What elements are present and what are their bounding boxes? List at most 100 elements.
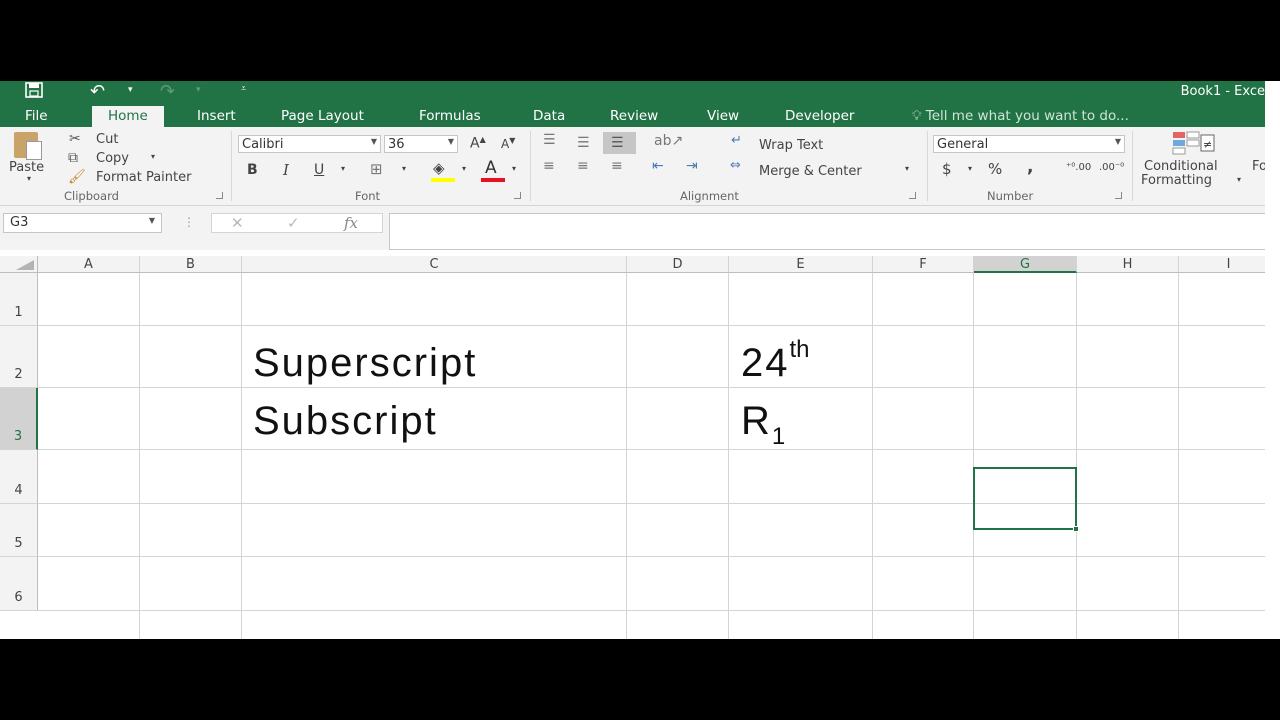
font-size-select[interactable]: 36 ▼ — [384, 135, 458, 153]
top-align-icon[interactable]: ☰ — [543, 132, 556, 148]
borders-dropdown-icon[interactable]: ▾ — [402, 164, 406, 173]
column-header-f[interactable]: F — [873, 256, 974, 273]
cell-c3[interactable]: Subscript — [253, 399, 438, 444]
fill-color-dropdown-icon[interactable]: ▾ — [462, 164, 466, 173]
merge-center-button[interactable]: Merge & Center — [759, 164, 862, 179]
increase-decimal-icon[interactable]: ⁺⁰.00 — [1066, 162, 1091, 173]
undo-icon[interactable]: ↶ — [90, 81, 105, 102]
paste-dropdown-icon[interactable]: ▾ — [27, 174, 31, 183]
number-format-value: General — [937, 137, 989, 152]
column-header-b[interactable]: B — [140, 256, 242, 273]
number-format-select[interactable]: General ▼ — [933, 135, 1125, 153]
wrap-text-button[interactable]: Wrap Text — [759, 138, 823, 153]
increase-indent-icon[interactable]: ⇥ — [686, 158, 698, 174]
save-icon[interactable] — [24, 82, 44, 102]
tab-formulas[interactable]: Formulas — [419, 108, 481, 124]
column-header-d[interactable]: D — [627, 256, 729, 273]
tab-file[interactable]: File — [25, 108, 48, 124]
font-color-button[interactable]: A — [485, 158, 497, 178]
column-header-h[interactable]: H — [1077, 256, 1179, 273]
cancel-icon[interactable]: ✕ — [231, 214, 244, 232]
column-header-i[interactable]: I — [1179, 256, 1265, 273]
row-header-4[interactable]: 4 — [0, 450, 38, 504]
fill-color-icon[interactable]: ◈ — [433, 159, 445, 177]
align-left-icon[interactable]: ≡ — [543, 158, 555, 174]
middle-align-icon[interactable]: ☰ — [577, 135, 590, 151]
align-right-icon[interactable]: ≡ — [611, 158, 623, 174]
row-header-6[interactable]: 6 — [0, 557, 38, 611]
borders-icon[interactable]: ⊞ — [370, 160, 383, 178]
formula-input[interactable] — [389, 213, 1265, 250]
tab-data[interactable]: Data — [533, 108, 565, 124]
ribbon-tabs: File Home Insert Page Layout Formulas Da… — [0, 105, 1265, 127]
gridline — [38, 325, 1265, 326]
grow-font-button[interactable]: A▲ — [470, 135, 486, 152]
italic-button[interactable]: I — [283, 161, 289, 179]
font-group-label: Font — [355, 189, 381, 203]
format-painter-icon: 🖌︎ — [68, 169, 86, 185]
column-header-e[interactable]: E — [729, 256, 873, 273]
decrease-indent-icon[interactable]: ⇤ — [652, 158, 664, 174]
font-family-select[interactable]: Calibri ▼ — [238, 135, 381, 153]
merge-center-icon: ⇔ — [730, 158, 741, 173]
tab-page-layout[interactable]: Page Layout — [281, 108, 364, 124]
tell-me-search[interactable]: 💡︎ Tell me what you want to do... — [912, 108, 1129, 124]
fill-handle[interactable] — [1073, 526, 1079, 532]
select-all-button[interactable] — [0, 256, 38, 273]
shrink-font-button[interactable]: A▼ — [501, 136, 515, 151]
bottom-align-button[interactable]: ☰ — [603, 132, 636, 154]
group-divider — [231, 131, 232, 201]
format-as-table-button[interactable]: Fo — [1252, 159, 1265, 174]
row-header-3[interactable]: 3 — [0, 388, 38, 450]
row-number: 4 — [14, 483, 23, 498]
row-header-5[interactable]: 5 — [0, 504, 38, 557]
copy-dropdown-icon[interactable]: ▾ — [151, 152, 155, 161]
copy-button[interactable]: Copy — [96, 151, 129, 166]
formula-bar-grip-icon[interactable]: ⋮ — [183, 215, 195, 229]
undo-dropdown-icon[interactable]: ▾ — [128, 85, 133, 95]
cell-e2[interactable]: 24th — [741, 336, 810, 386]
alignment-launcher-icon[interactable] — [909, 192, 916, 199]
active-cell-g3[interactable] — [973, 467, 1079, 532]
comma-button[interactable]: , — [1027, 157, 1033, 177]
row-header-1[interactable]: 1 — [0, 273, 38, 326]
insert-function-icon[interactable]: fx — [344, 214, 358, 232]
tab-review[interactable]: Review — [610, 108, 658, 124]
column-header-c[interactable]: C — [242, 256, 627, 273]
underline-dropdown-icon[interactable]: ▾ — [341, 164, 345, 173]
tab-developer[interactable]: Developer — [785, 108, 854, 124]
tab-insert[interactable]: Insert — [197, 108, 236, 124]
redo-icon[interactable]: ↷ — [160, 81, 175, 102]
shrink-font-label: A — [501, 137, 510, 151]
merge-dropdown-icon[interactable]: ▾ — [905, 164, 909, 173]
column-header-g[interactable]: G — [974, 256, 1077, 273]
cell-e3[interactable]: R1 — [741, 399, 785, 450]
row-header-2[interactable]: 2 — [0, 326, 38, 388]
redo-dropdown-icon[interactable]: ▾ — [196, 85, 201, 95]
enter-icon[interactable]: ✓ — [287, 214, 300, 232]
align-center-icon[interactable]: ≡ — [577, 158, 589, 174]
decrease-decimal-icon[interactable]: .00⁻⁰ — [1099, 162, 1124, 173]
tab-view[interactable]: View — [707, 108, 739, 124]
percent-button[interactable]: % — [988, 160, 1002, 178]
underline-button[interactable]: U — [314, 162, 324, 178]
font-color-dropdown-icon[interactable]: ▾ — [512, 164, 516, 173]
cut-button[interactable]: Cut — [96, 132, 118, 147]
alignment-group-label: Alignment — [680, 189, 739, 203]
customize-qat-icon[interactable]: ⩡ — [241, 84, 246, 94]
conditional-dropdown-icon[interactable]: ▾ — [1237, 175, 1241, 184]
tab-home[interactable]: Home — [92, 106, 164, 127]
font-launcher-icon[interactable] — [514, 192, 521, 199]
column-header-a[interactable]: A — [38, 256, 140, 273]
currency-button[interactable]: $ — [942, 160, 952, 178]
conditional-formatting-button[interactable]: Conditional — [1144, 159, 1218, 174]
bold-button[interactable]: B — [247, 162, 258, 178]
cell-c2[interactable]: Superscript — [253, 341, 477, 386]
currency-dropdown-icon[interactable]: ▾ — [968, 164, 972, 173]
number-launcher-icon[interactable] — [1115, 192, 1122, 199]
name-box[interactable]: G3 ▼ — [3, 213, 162, 233]
format-painter-button[interactable]: Format Painter — [96, 170, 191, 185]
paste-button[interactable]: Paste — [9, 160, 44, 175]
orientation-icon[interactable]: ab↗ — [654, 133, 683, 149]
clipboard-launcher-icon[interactable] — [216, 192, 223, 199]
